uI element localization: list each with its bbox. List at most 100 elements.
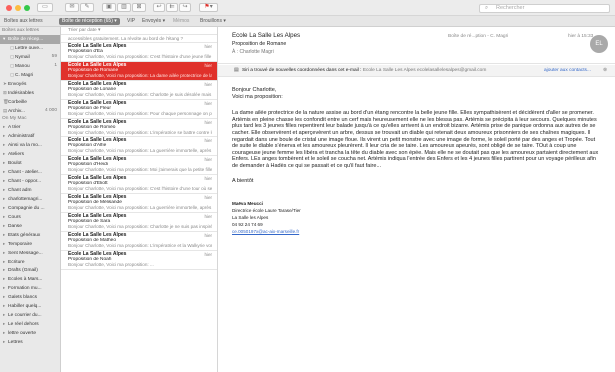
signature-email-link[interactable]: ce.0050197x@ac-aix-marseille.fr [232, 228, 602, 235]
folder-label: Drafts (Gmail) [8, 268, 38, 274]
folder-label: Le courrier du... [8, 313, 42, 319]
message-list-item[interactable]: Ecole La Salle Les Alpes hier Proposition … [61, 81, 217, 100]
forward-icon: ↪ [182, 4, 188, 10]
folder-label: Cours [8, 214, 21, 220]
sidebar-folder-item[interactable]: ▸ Ecriture [0, 258, 60, 267]
message-list-item[interactable]: Ecole La Salle Les Alpes hier Proposition … [61, 251, 217, 270]
sidebar-folder-item[interactable]: ▸ Danse [0, 222, 60, 231]
compose-button[interactable]: ✎ [80, 3, 94, 12]
sidebar-section-header: On My Mac [2, 116, 27, 122]
sidebar-mailbox-item[interactable]: ▢Nymail 59 [0, 53, 60, 62]
sidebar-folder-item[interactable]: ▸ Lettres [0, 338, 60, 347]
close-icon[interactable]: ⊗ [603, 65, 607, 77]
message-list-item[interactable]: Ecole La Salle Les Alpes hier Proposition … [61, 43, 217, 62]
message-preview: Bonjour Charlotte, Voici ma proposition:… [68, 129, 212, 135]
sidebar-folder-item[interactable]: ▸ Le réel dehors [0, 320, 60, 329]
reply-all-icon: ⇇ [169, 4, 175, 10]
folder-label: Ateliers [8, 152, 24, 158]
message-list-item[interactable]: Ecole La Salle Les Alpes hier Proposition … [61, 100, 217, 119]
message-list-item[interactable]: Ecole La Salle Les Alpes hier Proposition … [61, 232, 217, 251]
forward-button[interactable]: ↪ [179, 3, 191, 12]
search-icon: ⌕ [485, 5, 489, 11]
zoom-window-button[interactable] [24, 5, 30, 11]
message-list-item[interactable]: Ecole La Salle Les Alpes hier Proposition … [61, 61, 217, 81]
sidebar-folder-item[interactable]: ▸ Ecoles à Mars... [0, 275, 60, 284]
sidebar: Boîtes aux lettres ▾ Boîte de récep... ▢Le… [0, 27, 61, 372]
sidebar-mailbox-item[interactable]: ▾ Boîte de récep... [0, 35, 60, 44]
sidebar-folder-item[interactable]: ▸ lettre ouverte [0, 329, 60, 338]
vip-button[interactable]: VIP [127, 16, 135, 27]
sent-button[interactable]: Envoyés ▾ [142, 16, 165, 27]
get-mail-button[interactable]: ✉ [65, 3, 79, 12]
reply-all-button[interactable]: ⇇ [166, 3, 178, 12]
sidebar-mailbox-item[interactable]: 🗑Corbeille [0, 98, 60, 107]
sidebar-folder-item[interactable]: ▸ Chant adm [0, 186, 60, 195]
sidebar-mailbox-item[interactable]: ▢Manou 1 [0, 62, 60, 71]
flag-dropdown-caret: ▾ [209, 4, 213, 10]
reply-button[interactable]: ↩ [153, 3, 165, 12]
sidebar-folder-item[interactable]: ▸ Etats généraux [0, 231, 60, 240]
sort-menu[interactable]: Trier par date ▾ [61, 27, 217, 35]
recipient-name[interactable]: Charlotte Magri [240, 49, 274, 55]
archive-button[interactable]: ▣ [102, 3, 116, 12]
folder-label: Boulot [8, 161, 22, 167]
message-list-item[interactable]: Ecole La Salle Les Alpes hier Proposition … [61, 194, 217, 214]
sidebar-folder-item[interactable]: ▸ Compagnie du ... [0, 204, 60, 213]
sidebar-folder-item[interactable]: ▸ Boulot [0, 159, 60, 168]
body-paragraph: La dame ailée protectrice de la nature a… [232, 110, 599, 169]
message-date: hier à 15:33 [568, 34, 594, 39]
sidebar-folder-item[interactable]: ▸ Chant - oppor... [0, 177, 60, 186]
add-to-contacts-link[interactable]: ajouter aux contacts... [544, 65, 591, 77]
sidebar-folder-item[interactable]: ▸ Temporaire [0, 240, 60, 249]
flag-button[interactable]: ⚑▾ [199, 3, 218, 12]
sidebar-folder-item[interactable]: ▸ Habiller quelq... [0, 302, 60, 311]
message-list-item[interactable]: accessibles gratuitement. La révolte au … [61, 35, 217, 43]
folder-label: lettre ouverte [8, 331, 36, 336]
sidebar-folder-item[interactable]: ▸ Le courrier du... [0, 311, 60, 320]
sidebar-folder-item[interactable]: ▸ Sent Message... [0, 249, 60, 258]
sidebar-folder-item[interactable]: ▸ Cours [0, 213, 60, 222]
minimize-window-button[interactable] [15, 5, 21, 11]
sidebar-folder-item[interactable]: ▸ A trier [0, 123, 60, 132]
message-list-item[interactable]: Ecole La Salle Les Alpes hier Proposition … [61, 119, 217, 138]
search-field[interactable]: ⌕ Rechercher [479, 4, 610, 13]
notes-button[interactable]: Mémos [173, 16, 189, 27]
folder-label: Ecriture [8, 259, 25, 265]
delete-button[interactable]: ▥ [117, 3, 131, 12]
greeting: Bonjour Charlotte, [232, 87, 277, 93]
message-list-item[interactable]: Ecole La Salle Les Alpes hier Proposition … [61, 213, 217, 232]
message-list-item[interactable]: Ecole La Salle Les Alpes hier Proposition … [61, 137, 217, 157]
mailboxes-button[interactable]: Boîtes aux lettres [4, 16, 43, 27]
message-list-item[interactable]: Ecole La Salle Les Alpes hier Proposition … [61, 156, 217, 176]
sidebar-folder-item[interactable]: ▸ Ainsi va la mo... [0, 141, 60, 150]
toolbar: ▭ ✉ ✎ ▣ ▥ ⊠ ↩ ⇇ ↪ ⚑▾ ⌕ Rechercher [0, 0, 615, 16]
sidebar-mailbox-item[interactable]: ➤Envoyés [0, 80, 60, 89]
sidebar-folder-item[interactable]: ▸ Galets blancs [0, 293, 60, 302]
sidebar-folder-item[interactable]: ▸ Formation mu... [0, 284, 60, 293]
sidebar-mailbox-item[interactable]: ⊠Indésirables [0, 89, 60, 98]
close-window-button[interactable] [6, 5, 12, 11]
sidebar-folder-item[interactable]: ▸ Drafts (Gmail) [0, 266, 60, 275]
sidebar-folder-item[interactable]: ▸ Ateliers [0, 150, 60, 159]
folder-label: Le réel dehors [8, 322, 39, 328]
junk-button[interactable]: ⊠ [132, 3, 146, 12]
sidebar-folder-item[interactable]: ▸ Administratif [0, 132, 60, 141]
sidebar-mailbox-item[interactable]: ▢C. Magri [0, 71, 60, 80]
search-placeholder: Rechercher [496, 5, 525, 11]
sidebar-toggle-button[interactable]: ▭ [37, 3, 53, 12]
archive-icon: ▣ [106, 4, 112, 10]
message-list-item[interactable]: Ecole La Salle Les Alpes hier Proposition … [61, 175, 217, 195]
sidebar-folder-item[interactable]: ▸ Chant - atelier... [0, 168, 60, 177]
sender-name[interactable]: Ecole La Salle Les Alpes [232, 32, 300, 39]
folder-label: Galets blancs [8, 295, 38, 301]
sidebar-mailbox-item[interactable]: ▢Lettre ouve... [0, 44, 60, 53]
sidebar-folder-item[interactable]: ▸ charlottemagri... [0, 195, 60, 204]
drafts-button[interactable]: Brouillons ▾ [200, 16, 226, 27]
folder-label: Temporaire [8, 241, 32, 247]
message-preview: Bonjour Charlotte, Voici ma proposition:… [68, 72, 212, 78]
reply-icon: ↩ [156, 4, 162, 10]
sidebar-mailbox-item[interactable]: ▤Archiv... 4 000 [0, 107, 60, 116]
inbox-button[interactable]: Boîte de réception (65) ▾ [59, 18, 120, 25]
signature-phone: 04 92 24 74 69 [232, 222, 263, 228]
unread-count-badge: 4 000 [44, 107, 57, 113]
